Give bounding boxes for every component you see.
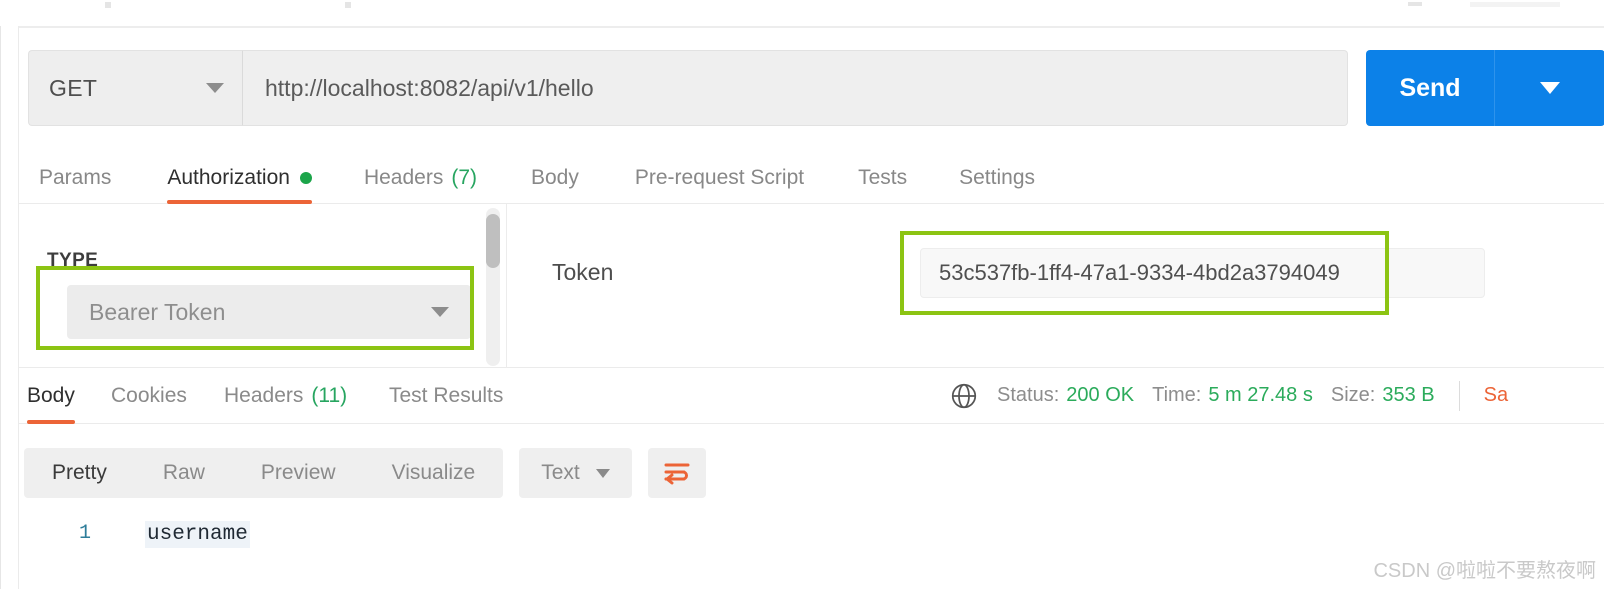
token-value: 53c537fb-1ff4-47a1-9334-4bd2a3794049 (939, 260, 1340, 285)
view-mode-raw[interactable]: Raw (135, 448, 233, 498)
url-input[interactable]: http://localhost:8082/api/v1/hello (243, 50, 1348, 126)
http-method-label: GET (49, 74, 98, 101)
tab-label: Test Results (389, 383, 504, 407)
request-url-bar: GET http://localhost:8082/api/v1/hello (28, 50, 1348, 126)
token-input[interactable]: 53c537fb-1ff4-47a1-9334-4bd2a3794049 (920, 248, 1485, 298)
size-group: Size: 353 B (1331, 384, 1435, 407)
auth-type-value: Bearer Token (89, 298, 226, 325)
response-tabs: Body Cookies Headers (11) Test Results S… (19, 368, 1604, 424)
auth-panel-vertical-divider (506, 204, 507, 368)
tab-label: Body (27, 383, 75, 407)
view-mode-group: Pretty Raw Preview Visualize (24, 448, 504, 498)
line-number: 1 (79, 522, 92, 545)
cut-off-text-fragment (1470, 2, 1560, 7)
auth-type-dropdown[interactable]: Bearer Token (67, 285, 471, 339)
status-group: Status: 200 OK (997, 384, 1134, 407)
top-cutoff-strip (0, 0, 1604, 26)
status-value: 200 OK (1066, 384, 1135, 406)
response-body-viewer[interactable]: 1 username (19, 512, 1604, 589)
chevron-down-icon (431, 307, 449, 317)
view-mode-label: Pretty (52, 461, 107, 484)
cut-off-text-fragment (1408, 2, 1422, 6)
tab-label: Pre-request Script (634, 165, 805, 189)
tab-settings[interactable]: Settings (959, 152, 1035, 203)
send-button-group: Send (1366, 50, 1604, 126)
send-options-button[interactable] (1495, 50, 1604, 126)
size-value: 353 B (1382, 384, 1435, 406)
response-tab-headers[interactable]: Headers (11) (224, 368, 347, 423)
tab-label: Tests (858, 165, 908, 189)
tab-label: Headers (224, 383, 304, 407)
response-tab-test-results[interactable]: Test Results (389, 368, 503, 423)
status-separator (1458, 380, 1460, 411)
time-group: Time: 5 m 27.48 s (1152, 384, 1313, 407)
tab-body[interactable]: Body (531, 152, 579, 203)
tab-params[interactable]: Params (39, 152, 111, 203)
response-viewer-toolbar: Pretty Raw Preview Visualize Text (24, 448, 706, 498)
auth-panel-scrollbar-thumb[interactable] (486, 214, 500, 268)
response-format-value: Text (541, 461, 580, 484)
tab-label: Body (531, 165, 579, 189)
http-method-dropdown[interactable]: GET (28, 50, 243, 126)
chevron-down-icon (1540, 82, 1560, 94)
watermark: CSDN @啦啦不要熬夜啊 (1373, 560, 1596, 582)
request-tabs: Params Authorization Headers (7) Body Pr… (19, 152, 1604, 204)
send-button[interactable]: Send (1366, 50, 1494, 126)
cut-off-text-fragment (105, 2, 111, 8)
view-mode-label: Visualize (391, 461, 476, 484)
time-value: 5 m 27.48 s (1208, 384, 1313, 406)
cut-off-text-fragment (345, 2, 351, 8)
tab-count-badge: (7) (451, 165, 477, 189)
status-key: Status: (997, 384, 1060, 406)
response-tab-body[interactable]: Body (27, 368, 75, 424)
tab-authorization[interactable]: Authorization (167, 152, 312, 204)
word-wrap-button[interactable] (647, 448, 706, 498)
active-tab-underline (27, 420, 75, 424)
token-label: Token (552, 259, 614, 285)
tab-pre-request-script[interactable]: Pre-request Script (635, 152, 804, 203)
time-key: Time: (1152, 384, 1202, 406)
globe-icon (951, 383, 977, 408)
chevron-down-icon (206, 83, 224, 93)
word-wrap-icon (664, 463, 690, 485)
tab-label: Params (39, 165, 112, 189)
tab-count-badge: (11) (311, 383, 348, 407)
response-body-line: username (145, 521, 250, 548)
tab-label: Settings (959, 165, 1036, 189)
tab-headers[interactable]: Headers (7) (364, 152, 477, 203)
unsaved-dot-icon (299, 171, 312, 184)
size-key: Size: (1330, 384, 1376, 406)
tab-label: Headers (363, 165, 444, 189)
postman-window: GET http://localhost:8082/api/v1/hello S… (0, 0, 1604, 589)
tab-label: Cookies (111, 383, 187, 407)
save-response-button[interactable]: Sa (1484, 384, 1508, 407)
window-left-edge (0, 0, 1, 589)
tab-tests[interactable]: Tests (858, 152, 907, 203)
view-mode-visualize[interactable]: Visualize (364, 448, 504, 498)
view-mode-label: Raw (162, 461, 205, 484)
auth-type-heading: TYPE (47, 250, 99, 271)
response-format-dropdown[interactable]: Text (519, 448, 632, 498)
view-mode-pretty[interactable]: Pretty (24, 448, 135, 498)
chevron-down-icon (595, 468, 610, 478)
tab-label: Authorization (167, 165, 290, 189)
top-divider (19, 26, 1604, 28)
url-text: http://localhost:8082/api/v1/hello (265, 74, 594, 101)
response-tab-cookies[interactable]: Cookies (111, 368, 187, 423)
view-mode-preview[interactable]: Preview (233, 448, 364, 498)
response-status-bar: Status: 200 OK Time: 5 m 27.48 s Size: 353 … (949, 368, 1508, 423)
view-mode-label: Preview (260, 461, 336, 484)
